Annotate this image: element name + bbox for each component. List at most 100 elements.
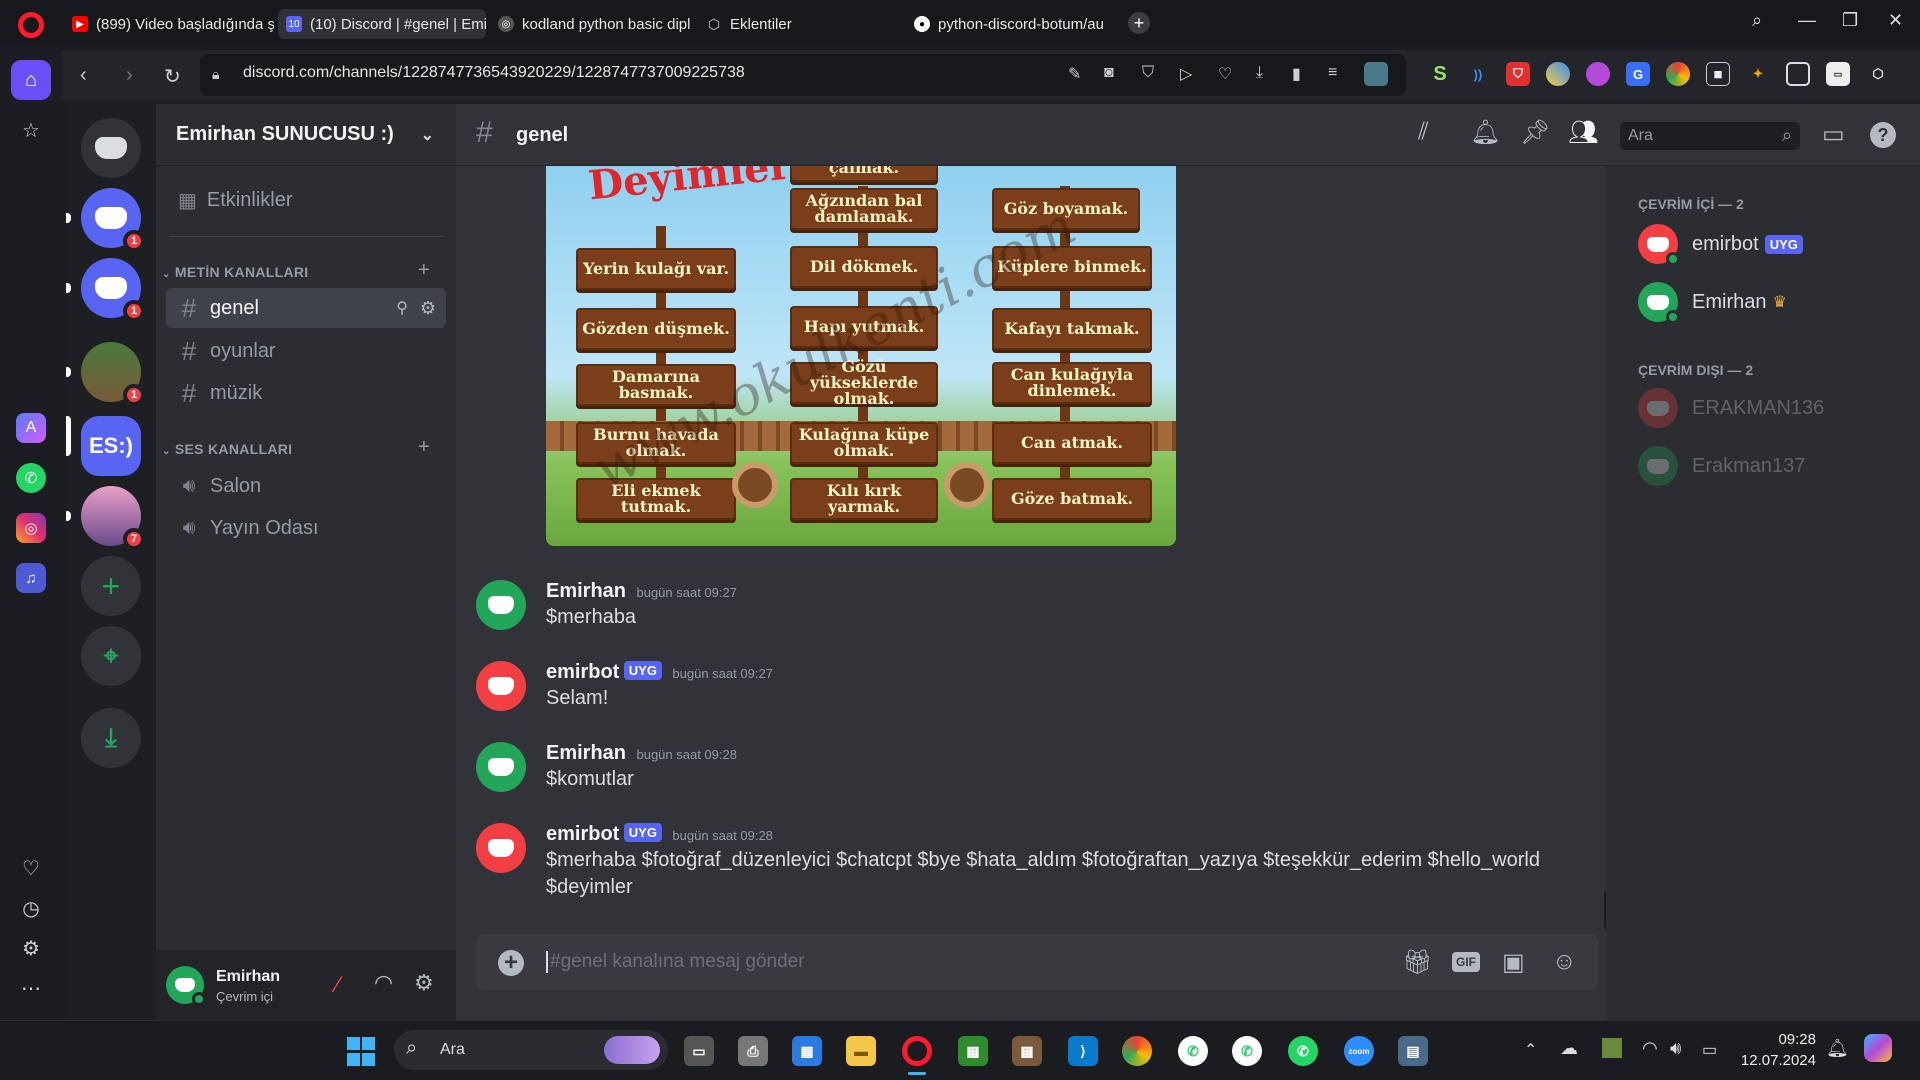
instagram-icon[interactable]: ◎ [11,508,51,548]
tab-github[interactable]: ● python-discord-botum/au [906,9,1106,39]
whatsapp-taskbar-icon-2[interactable]: ✆ [1232,1036,1262,1066]
minimize-icon[interactable]: — [1798,10,1816,31]
author-name[interactable]: Emirhan [546,742,626,764]
idioms-image-attachment[interactable]: Deyimler çalmak. Ağzından bal damlamak. … [546,166,1176,546]
search-tabs-icon[interactable]: ⌕ [1752,10,1762,31]
extension-shield-red-icon[interactable]: ⛉ [1506,62,1530,86]
notification-bell-icon[interactable]: 🔔︎ [1470,118,1500,147]
close-window-icon[interactable]: ✕ [1888,10,1903,31]
store-icon[interactable]: ▦ [792,1036,822,1066]
text-channels-category[interactable]: ⌄ METİN KANALLARI [162,264,309,280]
inbox-icon[interactable]: ▭ [1822,120,1845,149]
member-erakman136[interactable]: ERAKMAN136 [1638,386,1824,430]
more-dots-icon[interactable]: ⋯ [11,968,51,1008]
file-explorer-icon[interactable]: ▬ [846,1036,876,1066]
channel-muzik[interactable]: # müzik [166,373,446,413]
author-name[interactable]: Emirhan [546,580,626,602]
author-avatar[interactable] [476,742,526,792]
favorites-heart-icon[interactable]: ♡ [11,848,51,888]
history-clock-icon[interactable]: ◷ [11,888,51,928]
aria-app-icon[interactable]: A [11,408,51,448]
channel-oyunlar[interactable]: # oyunlar [166,331,446,371]
battery-icon[interactable]: ▭ [1702,1040,1717,1060]
whatsapp-icon[interactable]: ✆ [11,458,51,498]
notifications-bell-icon[interactable]: 🔔︎ [1826,1038,1849,1059]
author-avatar[interactable] [476,580,526,630]
tab-kodland[interactable]: ◎ kodland python basic dipl [490,9,694,39]
taskbar-search[interactable]: ⌕ Ara [394,1030,668,1070]
camera-icon[interactable]: ◙ [1104,64,1114,82]
vscode-icon[interactable]: ⟩ [1068,1036,1098,1066]
server-header[interactable]: Emirhan SUNUCUSU :) ⌄ [156,104,456,166]
pin-icon[interactable]: 📌︎ [1520,118,1550,147]
server-icon-1[interactable]: 1 [81,188,145,252]
whatsapp-taskbar-icon-1[interactable]: ✆ [1178,1036,1208,1066]
channel-settings-icon[interactable]: ⚙ [420,298,436,319]
add-channel-icon[interactable]: + [418,436,430,459]
voice-channel-yayin-odasi[interactable]: 🔊︎ Yayın Odası [166,508,446,548]
forward-icon[interactable]: › [126,64,133,87]
menu-lines-icon[interactable]: ≡ [1328,64,1337,82]
author-name[interactable]: emirbot [546,823,619,845]
edit-icon[interactable]: ✎ [1068,64,1081,84]
show-hidden-icons-chevron-icon[interactable]: ⌃ [1524,1040,1537,1060]
sticker-icon[interactable]: ▣ [1502,948,1525,977]
download-apps-button[interactable]: ⤓ [81,708,141,768]
extension-s-icon[interactable]: S [1428,62,1452,86]
help-icon[interactable]: ? [1870,122,1896,148]
emoji-icon[interactable]: ☺ [1552,948,1577,976]
home-icon[interactable]: ⌂ [11,60,51,100]
battery-saver-icon[interactable]: ▮ [1292,64,1301,84]
user-settings-icon[interactable]: ⚙ [414,970,434,996]
member-list-icon[interactable]: 👥︎ [1568,118,1598,147]
shield-icon[interactable]: ⛉ [1142,64,1154,82]
copilot-icon[interactable] [1864,1034,1892,1062]
author-name[interactable]: emirbot [546,661,619,683]
extensions-cube-icon[interactable]: ⬡ [1866,62,1890,86]
tab-youtube[interactable]: ▶ (899) Video başladığında ş [64,9,274,39]
server-icon-es[interactable]: ES:) [81,416,141,476]
voice-channels-category[interactable]: ⌄ SES KANALLARI [162,441,292,457]
explore-servers-button[interactable]: ⌖ [81,626,141,686]
events-item[interactable]: ▦ Etkinlikler [166,180,446,220]
member-emirhan[interactable]: Emirhan ♛ [1638,280,1787,324]
search-box[interactable]: Ara ⌕ [1620,122,1800,150]
minecraft-block-icon[interactable]: ▩ [1012,1036,1042,1066]
extension-wave-icon[interactable]: )) [1466,62,1490,86]
member-emirbot[interactable]: emirbot UYG [1638,222,1803,266]
invite-icon[interactable]: ⚲ [396,298,408,318]
extension-brain-icon[interactable] [1586,62,1610,86]
zoom-icon[interactable]: zoom [1344,1036,1374,1066]
add-attachment-button[interactable]: + [498,950,524,976]
minecraft-icon[interactable]: ▩ [958,1036,988,1066]
tab-discord[interactable]: 10 (10) Discord | #genel | Emi [278,9,486,39]
task-view-icon[interactable]: ▭ [684,1036,714,1066]
extension-badge-icon[interactable]: ▭ [1826,62,1850,86]
tab-eklentiler[interactable]: ⬡ Eklentiler [698,9,898,39]
app-thumbnail-icon[interactable]: ▤ [1398,1036,1428,1066]
opera-logo[interactable] [18,12,44,38]
member-erakman137[interactable]: Erakman137 [1638,444,1805,488]
printer-app-icon[interactable]: ⎙ [738,1036,768,1066]
aria-star-icon[interactable]: ☆ [11,110,51,150]
clock-time[interactable]: 09:28 [1776,1031,1816,1048]
volume-icon[interactable]: 🔊︎ [1670,1038,1681,1059]
headphones-icon[interactable]: ◠ [374,970,393,996]
start-button[interactable] [346,1036,376,1066]
author-avatar[interactable] [476,661,526,711]
server-icon-3[interactable]: 1 [81,342,145,406]
gif-button[interactable]: GIF [1452,952,1480,972]
heart-icon[interactable]: ♡ [1218,64,1232,84]
server-icon-2[interactable]: 1 [81,258,145,322]
whatsapp-taskbar-icon-3[interactable]: ✆ [1288,1036,1318,1066]
server-icon-4[interactable]: 7 [81,486,145,550]
extension-chrome-icon[interactable] [1666,62,1690,86]
extension-box-icon[interactable]: ▦ [1706,62,1730,86]
channel-genel[interactable]: # genel ⚲ ⚙ [166,288,446,328]
play-icon[interactable]: ▷ [1180,64,1192,84]
add-server-button[interactable]: + [81,556,141,616]
download-icon[interactable]: ⤓ [1256,64,1263,82]
extension-image-icon[interactable] [1786,62,1810,86]
extension-color-icon[interactable] [1546,62,1570,86]
profile-avatar-icon[interactable] [1364,62,1388,86]
